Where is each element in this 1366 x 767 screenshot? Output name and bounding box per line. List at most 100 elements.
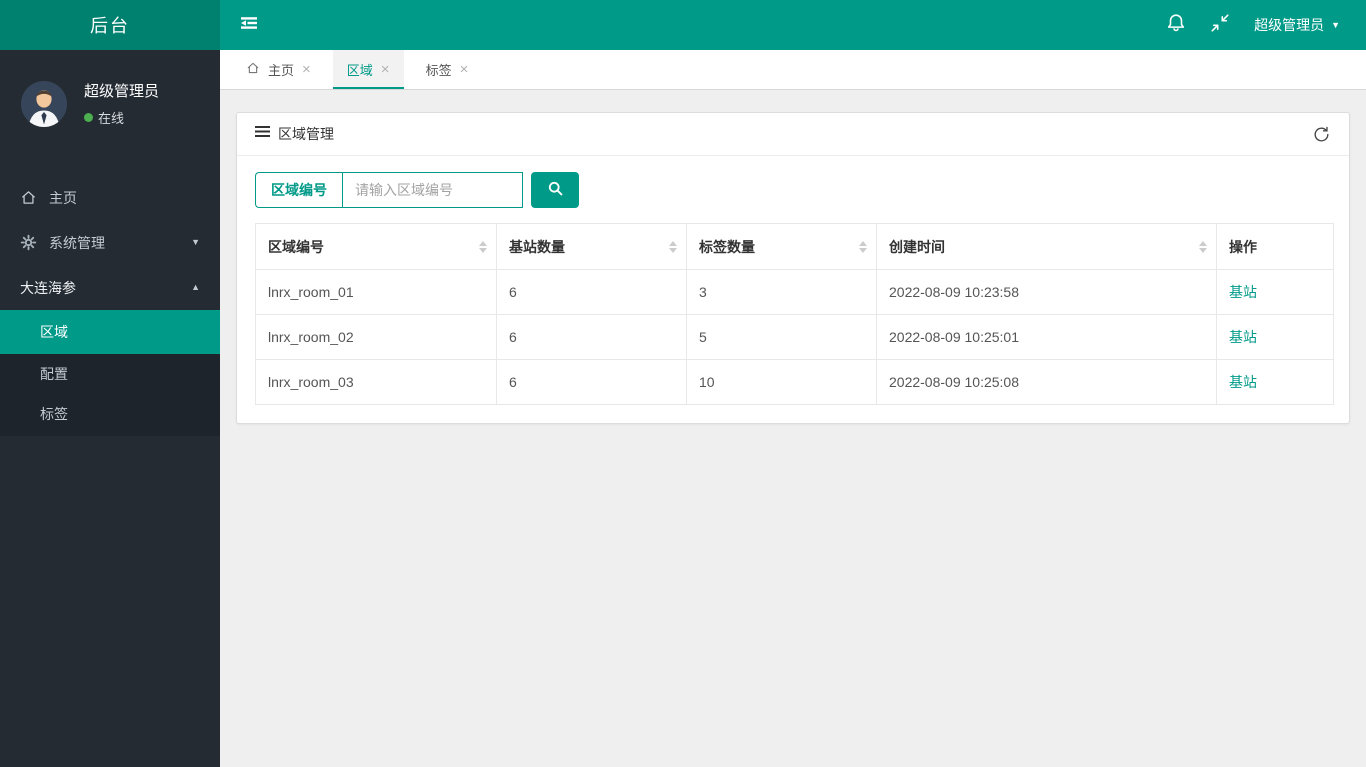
cell-region-id: lnrx_room_02 xyxy=(255,314,497,360)
table-row: lnrx_room_03 6 10 2022-08-09 10:25:08 基站 xyxy=(255,359,1334,405)
sidebar-item-label: 区域 xyxy=(40,324,68,340)
fullscreen-toggle-button[interactable] xyxy=(1198,0,1242,50)
region-id-search-input[interactable] xyxy=(342,172,523,208)
sort-icon[interactable] xyxy=(1199,240,1207,253)
sort-icon[interactable] xyxy=(479,240,487,253)
sidebar-item-label: 大连海参 xyxy=(20,279,76,296)
user-status: 在线 xyxy=(84,108,159,127)
sidebar-item-region[interactable]: 区域 xyxy=(0,310,220,354)
cell-created-at: 2022-08-09 10:23:58 xyxy=(876,269,1217,315)
user-name: 超级管理员 xyxy=(84,83,160,100)
cell-actions: 基站 xyxy=(1216,314,1334,360)
base-station-link[interactable]: 基站 xyxy=(1229,329,1257,345)
sidebar-item-home[interactable]: 主页 xyxy=(0,175,220,220)
brand-logo: 后台 xyxy=(0,0,220,50)
column-header-created-at[interactable]: 创建时间 xyxy=(876,223,1217,270)
tab-bar: 主页 × 区域 × 标签 × xyxy=(220,50,1366,90)
search-field-label: 区域编号 xyxy=(255,172,342,208)
cell-base-stations: 6 xyxy=(496,314,687,360)
chevron-up-icon: ▲ xyxy=(191,282,200,292)
search-row: 区域编号 xyxy=(255,172,1331,208)
tab-label: 标签 xyxy=(425,63,452,78)
column-header-region-id[interactable]: 区域编号 xyxy=(255,223,497,270)
column-header-actions: 操作 xyxy=(1216,223,1334,270)
tab-home[interactable]: 主页 × xyxy=(232,50,325,89)
column-label: 标签数量 xyxy=(699,238,755,255)
base-station-link[interactable]: 基站 xyxy=(1229,374,1257,390)
bell-icon xyxy=(1165,12,1187,39)
home-icon xyxy=(20,189,37,206)
sidebar-item-label: 主页 xyxy=(49,189,77,206)
sort-icon[interactable] xyxy=(669,240,677,253)
refresh-button[interactable] xyxy=(1312,125,1331,144)
user-info: 超级管理员 在线 xyxy=(84,80,159,127)
column-label: 操作 xyxy=(1229,238,1257,255)
cell-tag-count: 3 xyxy=(686,269,877,315)
region-management-panel: 区域管理 区域编号 请输入区域编号 区域编号 基站数量 标签数量 创建时间 操作… xyxy=(236,112,1350,424)
cell-tag-count: 10 xyxy=(686,359,877,405)
main-area: 主页 × 区域 × 标签 × 区域管理 区域编号 请输入区域编号 区域编号 基站… xyxy=(220,50,1366,767)
cell-base-stations: 6 xyxy=(496,269,687,315)
search-button[interactable] xyxy=(531,172,579,208)
close-icon[interactable]: × xyxy=(302,62,311,77)
cell-region-id: lnrx_room_03 xyxy=(255,359,497,405)
tab-label: 主页 xyxy=(268,63,295,78)
sidebar-menu: 主页 系统管理 ▼ 大连海参 ▲ 区域 配置 标签 xyxy=(0,175,220,436)
user-dropdown[interactable]: 超级管理员 ▼ xyxy=(1254,15,1340,35)
cell-region-id: lnrx_room_01 xyxy=(255,269,497,315)
tab-region[interactable]: 区域 × xyxy=(332,50,404,89)
sidebar-item-label: 配置 xyxy=(40,366,68,382)
sidebar-item-system-management[interactable]: 系统管理 ▼ xyxy=(0,220,220,265)
table-header-row: 区域编号 基站数量 标签数量 创建时间 操作 xyxy=(255,223,1334,270)
close-icon[interactable]: × xyxy=(381,62,390,77)
tab-label: 区域 xyxy=(346,63,373,78)
gear-icon xyxy=(20,234,37,251)
top-header: 后台 超级管理员 ▼ xyxy=(0,0,1366,50)
column-label: 区域编号 xyxy=(268,238,324,255)
avatar xyxy=(21,80,67,127)
column-header-base-stations[interactable]: 基站数量 xyxy=(496,223,687,270)
online-dot-icon xyxy=(84,113,93,122)
sidebar-toggle-button[interactable] xyxy=(220,0,278,50)
chevron-down-icon: ▼ xyxy=(191,237,200,247)
sidebar-item-config[interactable]: 配置 xyxy=(0,354,220,394)
panel-header: 区域管理 xyxy=(237,113,1349,156)
sidebar-item-tag[interactable]: 标签 xyxy=(0,394,220,434)
cell-created-at: 2022-08-09 10:25:08 xyxy=(876,359,1217,405)
sidebar-item-label: 标签 xyxy=(40,406,68,422)
sidebar-item-dalian-haishen[interactable]: 大连海参 ▲ xyxy=(0,265,220,310)
notifications-button[interactable] xyxy=(1154,0,1198,50)
sort-icon[interactable] xyxy=(859,240,867,253)
chevron-down-icon: ▼ xyxy=(1331,19,1340,30)
tab-tag[interactable]: 标签 × xyxy=(411,50,483,89)
header-right-group: 超级管理员 ▼ xyxy=(1154,0,1366,50)
sidebar-submenu: 区域 配置 标签 xyxy=(0,310,220,436)
sidebar-user-panel: 超级管理员 在线 xyxy=(0,50,220,161)
close-icon[interactable]: × xyxy=(460,62,469,77)
panel-title: 区域管理 xyxy=(278,126,334,142)
home-icon xyxy=(246,61,260,78)
column-label: 基站数量 xyxy=(509,238,565,255)
panel-body: 区域编号 请输入区域编号 区域编号 基站数量 标签数量 创建时间 操作 lnrx… xyxy=(237,156,1349,423)
compress-icon xyxy=(1209,12,1231,39)
app-window: 后台 超级管理员 ▼ 超级管理员 在线 主页 系统管理 ▼ 大连海参 ▲ 区域 … xyxy=(0,0,1366,767)
sidebar: 超级管理员 在线 主页 系统管理 ▼ 大连海参 ▲ 区域 配置 标签 xyxy=(0,50,220,767)
content-area: 区域管理 区域编号 请输入区域编号 区域编号 基站数量 标签数量 创建时间 操作… xyxy=(220,90,1366,767)
list-icon xyxy=(255,125,270,143)
column-label: 创建时间 xyxy=(889,238,945,255)
table-row: lnrx_room_02 6 5 2022-08-09 10:25:01 基站 xyxy=(255,314,1334,360)
cell-actions: 基站 xyxy=(1216,359,1334,405)
user-dropdown-label: 超级管理员 xyxy=(1254,17,1325,33)
region-table: 区域编号 基站数量 标签数量 创建时间 操作 lnrx_room_01 6 3 … xyxy=(255,223,1334,405)
table-row: lnrx_room_01 6 3 2022-08-09 10:23:58 基站 xyxy=(255,269,1334,315)
cell-created-at: 2022-08-09 10:25:01 xyxy=(876,314,1217,360)
online-status-label: 在线 xyxy=(98,111,125,126)
cell-tag-count: 5 xyxy=(686,314,877,360)
column-header-tag-count[interactable]: 标签数量 xyxy=(686,223,877,270)
base-station-link[interactable]: 基站 xyxy=(1229,284,1257,300)
cell-actions: 基站 xyxy=(1216,269,1334,315)
sidebar-toggle-icon xyxy=(237,11,261,40)
cell-base-stations: 6 xyxy=(496,359,687,405)
search-icon xyxy=(547,180,564,200)
sidebar-item-label: 系统管理 xyxy=(49,234,105,251)
